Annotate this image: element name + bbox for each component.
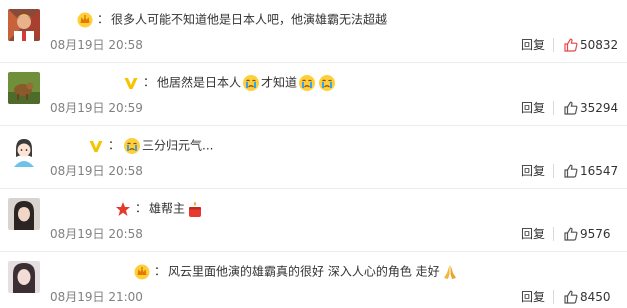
thumbs-up-icon <box>564 101 578 115</box>
divider <box>553 164 554 178</box>
crown-badge-icon <box>77 12 93 28</box>
crying-face-emoji-icon <box>298 74 316 92</box>
like-button[interactable]: 50832 <box>564 36 618 54</box>
avatar-image <box>8 261 40 293</box>
avatar-image <box>8 135 40 167</box>
avatar-image <box>8 9 40 41</box>
crying-face-emoji-icon <box>242 74 260 92</box>
thumbs-up-icon <box>564 290 578 304</box>
like-button[interactable]: 9576 <box>564 225 611 243</box>
like-count: 16547 <box>580 164 619 178</box>
comment-content: ：很多人可能不知道他是日本人吧，他演雄霸无法超越 <box>77 9 387 29</box>
like-button[interactable]: 16547 <box>564 162 618 180</box>
comment-time: 08月19日 20:58 <box>50 164 143 178</box>
like-button[interactable]: 8450 <box>564 288 611 306</box>
avatar-image <box>8 198 40 230</box>
like-button[interactable]: 35294 <box>564 99 618 117</box>
comment-content: ：雄帮主 <box>115 198 205 218</box>
comment-time: 08月19日 20:58 <box>50 38 143 52</box>
comment-content: ： 三分归元气... <box>88 135 213 155</box>
star-badge-icon <box>115 201 131 217</box>
divider <box>553 38 554 52</box>
thumbs-up-icon <box>564 164 578 178</box>
avatar[interactable] <box>8 261 40 293</box>
comment-item: ：他居然是日本人 才知道 08月19日 20:59 回复 35294 <box>0 63 627 126</box>
divider <box>553 290 554 304</box>
comment-text: 他居然是日本人 <box>157 75 242 90</box>
praying-hands-emoji-icon <box>441 263 459 281</box>
v-badge-icon <box>123 75 139 91</box>
comment-text-2: 才知道 <box>261 75 298 90</box>
avatar[interactable] <box>8 72 40 104</box>
avatar[interactable] <box>8 9 40 41</box>
comment-text: 很多人可能不知道他是日本人吧，他演雄霸无法超越 <box>111 12 388 27</box>
thumbs-up-icon <box>564 227 578 241</box>
reply-button[interactable]: 回复 <box>521 162 545 180</box>
comment-list: ：很多人可能不知道他是日本人吧，他演雄霸无法超越 08月19日 20:58 回复… <box>0 0 627 308</box>
like-count: 8450 <box>580 290 611 304</box>
crying-face-emoji-icon <box>318 74 336 92</box>
avatar-image <box>8 72 40 104</box>
comment-content: ：风云里面他演的雄霸真的很好 深入人心的角色 走好 <box>134 261 460 281</box>
comment-item: ： 三分归元气... 08月19日 20:58 回复 16547 <box>0 126 627 189</box>
divider <box>553 101 554 115</box>
comment-text: 风云里面他演的雄霸真的很好 深入人心的角色 走好 <box>168 264 440 279</box>
avatar[interactable] <box>8 135 40 167</box>
like-count: 9576 <box>580 227 611 241</box>
comment-time: 08月19日 21:00 <box>50 290 143 304</box>
comment-item: ：风云里面他演的雄霸真的很好 深入人心的角色 走好 08月19日 21:00 回… <box>0 252 627 308</box>
comment-item: ：很多人可能不知道他是日本人吧，他演雄霸无法超越 08月19日 20:58 回复… <box>0 0 627 63</box>
reply-button[interactable]: 回复 <box>521 36 545 54</box>
avatar[interactable] <box>8 198 40 230</box>
comment-text: 雄帮主 <box>149 201 186 216</box>
comment-item: ：雄帮主 08月19日 20:58 回复 9576 <box>0 189 627 252</box>
reply-button[interactable]: 回复 <box>521 99 545 117</box>
thumbs-up-liked-icon <box>564 38 578 52</box>
comment-time: 08月19日 20:59 <box>50 101 143 115</box>
candle-emoji-icon <box>186 200 204 218</box>
like-count: 50832 <box>580 38 619 52</box>
comment-text: 三分归元气... <box>142 138 214 153</box>
v-badge-icon <box>88 138 104 154</box>
divider <box>553 227 554 241</box>
crying-face-emoji-icon <box>123 137 141 155</box>
comment-time: 08月19日 20:58 <box>50 227 143 241</box>
reply-button[interactable]: 回复 <box>521 288 545 306</box>
reply-button[interactable]: 回复 <box>521 225 545 243</box>
comment-content: ：他居然是日本人 才知道 <box>123 72 337 92</box>
like-count: 35294 <box>580 101 619 115</box>
crown-badge-icon <box>134 264 150 280</box>
